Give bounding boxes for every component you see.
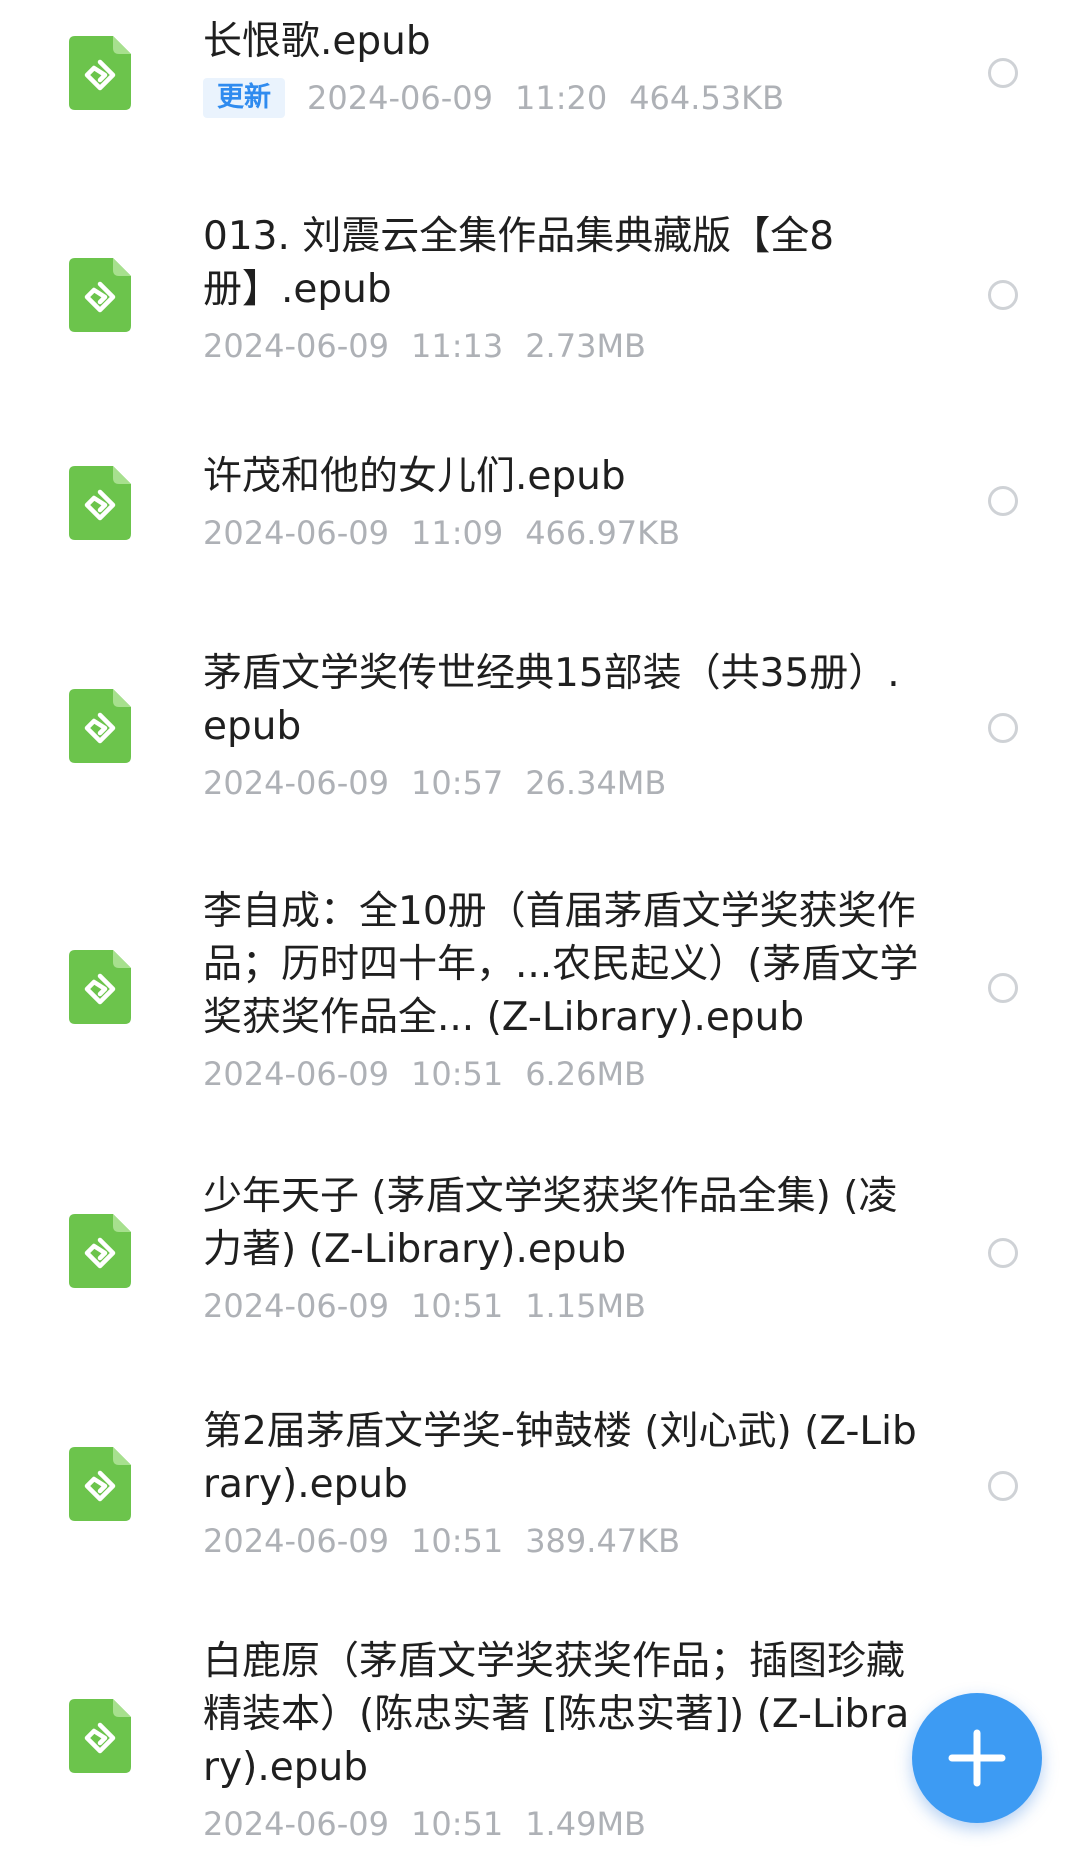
- file-date: 2024-06-09: [203, 1287, 389, 1325]
- file-date: 2024-06-09: [203, 764, 389, 802]
- file-size: 26.34MB: [525, 764, 667, 802]
- file-text: 少年天子 (茅盾文学奖获奖作品全集) (凌力著) (Z-Library).epu…: [203, 1170, 923, 1326]
- file-row[interactable]: 第2届茅盾文学奖-钟鼓楼 (刘心武) (Z-Library).epub 2024…: [0, 1385, 1080, 1585]
- file-name: 茅盾文学奖传世经典15部装（共35册）.epub: [203, 651, 900, 749]
- file-name: 少年天子 (茅盾文学奖获奖作品全集) (凌力著) (Z-Library).epu…: [203, 1174, 898, 1272]
- file-row[interactable]: 许茂和他的女儿们.epub 2024-06-09 11:09 466.97KB: [0, 430, 1080, 580]
- file-row[interactable]: 长恨歌.epub 更新 2024-06-09 11:20 464.53KB: [0, 0, 1080, 150]
- file-date: 2024-06-09: [203, 1055, 389, 1093]
- file-text: 第2届茅盾文学奖-钟鼓楼 (刘心武) (Z-Library).epub 2024…: [203, 1405, 923, 1561]
- file-meta: 2024-06-09 11:13 2.73MB: [203, 326, 923, 366]
- file-date: 2024-06-09: [203, 1522, 389, 1560]
- file-text: 013. 刘震云全集作品集典藏版【全8册】.epub 2024-06-09 11…: [203, 210, 923, 366]
- file-time: 10:57: [410, 764, 504, 802]
- file-time: 11:13: [410, 327, 504, 365]
- file-date: 2024-06-09: [203, 514, 389, 552]
- file-name: 长恨歌.epub: [203, 19, 431, 64]
- file-row[interactable]: 茅盾文学奖传世经典15部装（共35册）.epub 2024-06-09 10:5…: [0, 627, 1080, 827]
- file-text: 许茂和他的女儿们.epub 2024-06-09 11:09 466.97KB: [203, 450, 923, 553]
- file-name: 许茂和他的女儿们.epub: [203, 454, 626, 499]
- file-meta: 2024-06-09 10:51 6.26MB: [203, 1054, 923, 1094]
- file-size: 1.15MB: [525, 1287, 646, 1325]
- file-name: 李自成：全10册（首届茅盾文学奖获奖作品；历时四十年，...农民起义）(茅盾文学…: [203, 889, 919, 1040]
- file-name: 白鹿原（茅盾文学奖获奖作品；插图珍藏精装本）(陈忠实著 [陈忠实著]) (Z-L…: [203, 1639, 910, 1790]
- file-time: 10:51: [410, 1287, 504, 1325]
- epub-file-icon: [69, 1699, 131, 1773]
- plus-icon: [948, 1729, 1006, 1787]
- file-meta: 2024-06-09 10:51 1.49MB: [203, 1804, 923, 1844]
- file-date: 2024-06-09: [203, 327, 389, 365]
- select-radio[interactable]: [988, 973, 1018, 1003]
- file-text: 长恨歌.epub 更新 2024-06-09 11:20 464.53KB: [203, 15, 923, 118]
- file-list: 长恨歌.epub 更新 2024-06-09 11:20 464.53KB 01…: [0, 0, 1080, 1862]
- file-date: 2024-06-09: [203, 1805, 389, 1843]
- file-time: 10:51: [410, 1055, 504, 1093]
- file-row[interactable]: 少年天子 (茅盾文学奖获奖作品全集) (凌力著) (Z-Library).epu…: [0, 1150, 1080, 1355]
- file-date: 2024-06-09: [307, 79, 493, 117]
- epub-file-icon: [69, 466, 131, 540]
- epub-file-icon: [69, 1214, 131, 1288]
- epub-file-icon: [69, 1447, 131, 1521]
- file-meta: 2024-06-09 10:57 26.34MB: [203, 763, 923, 803]
- file-meta: 更新 2024-06-09 11:20 464.53KB: [203, 78, 923, 118]
- select-radio[interactable]: [988, 58, 1018, 88]
- select-radio[interactable]: [988, 280, 1018, 310]
- file-time: 11:20: [514, 79, 608, 117]
- file-row[interactable]: 013. 刘震云全集作品集典藏版【全8册】.epub 2024-06-09 11…: [0, 190, 1080, 400]
- file-text: 茅盾文学奖传世经典15部装（共35册）.epub 2024-06-09 10:5…: [203, 647, 923, 803]
- file-size: 1.49MB: [525, 1805, 646, 1843]
- file-time: 10:51: [410, 1805, 504, 1843]
- file-row[interactable]: 李自成：全10册（首届茅盾文学奖获奖作品；历时四十年，...农民起义）(茅盾文学…: [0, 865, 1080, 1115]
- select-radio[interactable]: [988, 713, 1018, 743]
- file-time: 10:51: [410, 1522, 504, 1560]
- add-button[interactable]: [912, 1693, 1042, 1823]
- file-name: 013. 刘震云全集作品集典藏版【全8册】.epub: [203, 214, 835, 312]
- select-radio[interactable]: [988, 486, 1018, 516]
- update-badge: 更新: [203, 78, 285, 118]
- file-meta: 2024-06-09 10:51 389.47KB: [203, 1521, 923, 1561]
- file-size: 2.73MB: [525, 327, 646, 365]
- epub-file-icon: [69, 258, 131, 332]
- file-text: 李自成：全10册（首届茅盾文学奖获奖作品；历时四十年，...农民起义）(茅盾文学…: [203, 885, 923, 1094]
- file-text: 白鹿原（茅盾文学奖获奖作品；插图珍藏精装本）(陈忠实著 [陈忠实著]) (Z-L…: [203, 1635, 923, 1844]
- epub-file-icon: [69, 689, 131, 763]
- file-meta: 2024-06-09 10:51 1.15MB: [203, 1286, 923, 1326]
- select-radio[interactable]: [988, 1238, 1018, 1268]
- epub-file-icon: [69, 950, 131, 1024]
- file-size: 6.26MB: [525, 1055, 646, 1093]
- file-time: 11:09: [410, 514, 504, 552]
- file-size: 389.47KB: [525, 1522, 681, 1560]
- file-name: 第2届茅盾文学奖-钟鼓楼 (刘心武) (Z-Library).epub: [203, 1409, 917, 1507]
- epub-file-icon: [69, 36, 131, 110]
- file-meta: 2024-06-09 11:09 466.97KB: [203, 513, 923, 553]
- file-size: 466.97KB: [525, 514, 681, 552]
- file-size: 464.53KB: [629, 79, 785, 117]
- select-radio[interactable]: [988, 1471, 1018, 1501]
